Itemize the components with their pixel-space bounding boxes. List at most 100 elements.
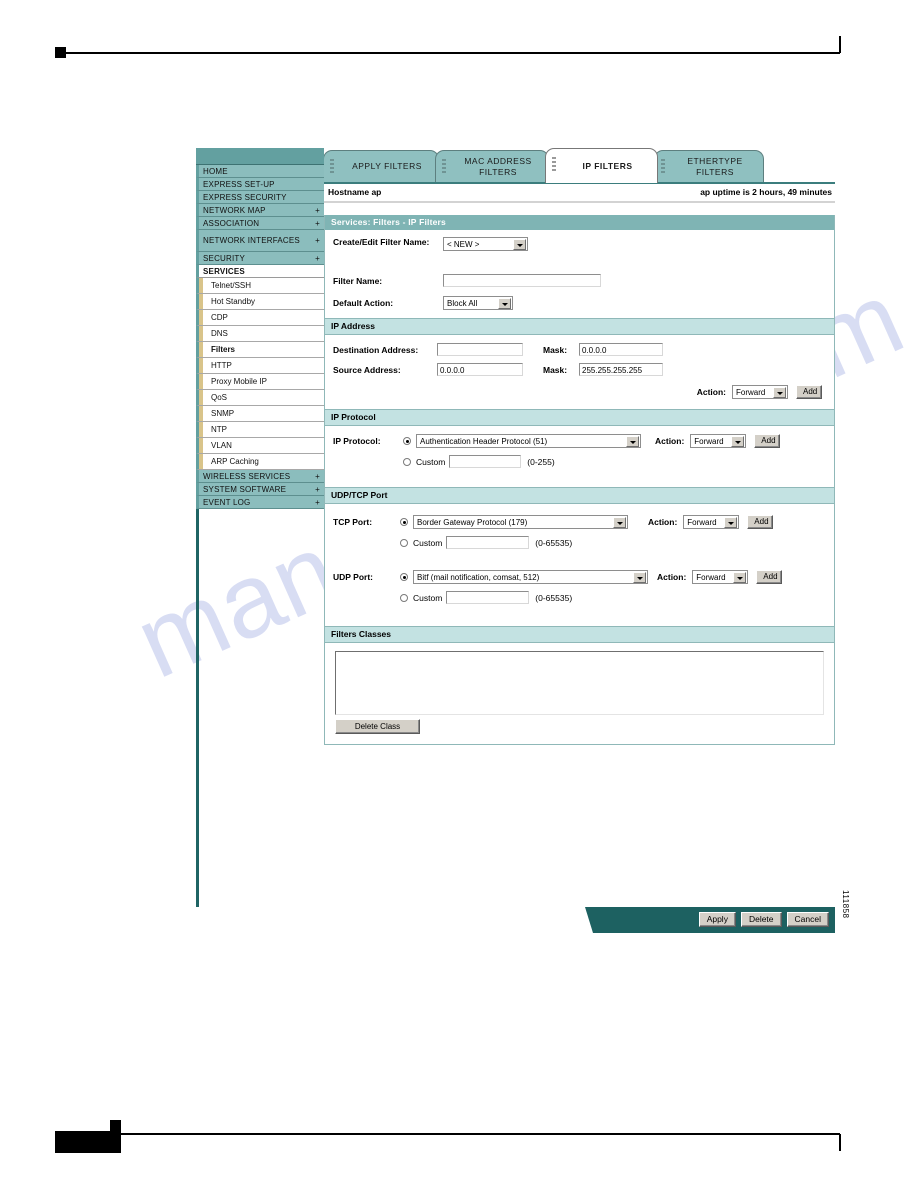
sidebar-item-event-log[interactable]: EVENT LOG + [196,496,324,509]
sidebar-item-label: EXPRESS SET-UP [203,179,275,189]
create-edit-filter-name-select[interactable]: < NEW > [443,237,528,251]
ip-protocol-preset-radio[interactable] [403,437,411,445]
tcp-port-preset-radio[interactable] [400,518,408,526]
ip-address-action-value: Forward [736,388,766,397]
section-title-udp-tcp-port: UDP/TCP Port [325,487,834,504]
udp-port-custom-input[interactable] [446,591,530,604]
destination-address-input[interactable] [437,343,523,356]
main-content: Hostname ap ap uptime is 2 hours, 49 min… [324,183,835,745]
sidebar-item-wireless-services[interactable]: WIRELESS SERVICES + [196,470,324,483]
chevron-down-icon [498,298,511,309]
filters-classes-section: Delete Class [325,643,834,744]
udp-port-action-select[interactable]: Forward [692,570,749,584]
tab-mac-address-filters[interactable]: MAC ADDRESS FILTERS [435,150,549,182]
sidebar-item-services[interactable]: SERVICES [196,265,324,278]
tab-grip-icon [442,159,446,175]
ip-address-action-select[interactable]: Forward [732,385,788,399]
sidebar-item-network-interfaces[interactable]: NETWORK INTERFACES + [196,230,324,252]
hostname-label: Hostname ap [328,187,382,197]
sidebar-item-network-map[interactable]: NETWORK MAP + [196,204,324,217]
chevron-down-icon [724,517,738,528]
sidebar-item-association[interactable]: ASSOCIATION + [196,217,324,230]
sidebar-item-label: WIRELESS SERVICES [203,471,291,481]
chevron-down-icon [773,387,786,398]
default-action-label: Default Action: [333,298,394,308]
tab-apply-filters[interactable]: APPLY FILTERS [323,150,439,182]
tab-grip-icon [330,159,334,175]
sidebar-item-express-set-up[interactable]: EXPRESS SET-UP [196,178,324,191]
cancel-button[interactable]: Cancel [786,912,829,927]
tab-label: IP FILTERS [582,160,633,171]
filters-classes-listbox[interactable] [335,651,824,715]
ip-protocol-custom-input[interactable] [449,455,522,468]
source-address-label: Source Address: [333,364,401,375]
tab-ethertype-filters[interactable]: ETHERTYPE FILTERS [654,150,764,182]
sidebar-item-security[interactable]: SECURITY + [196,252,324,265]
sidebar-item-http[interactable]: HTTP [196,358,324,374]
tab-label: MAC ADDRESS FILTERS [464,155,532,177]
chevron-down-icon [731,436,745,447]
tab-label: APPLY FILTERS [352,161,422,172]
apply-button[interactable]: Apply [698,912,736,927]
ip-protocol-section: IP Protocol: Authentication Header Proto… [325,426,834,487]
ip-protocol-action-select[interactable]: Forward [690,434,747,448]
ip-protocol-select[interactable]: Authentication Header Protocol (51) [416,434,641,448]
sidebar-item-qos[interactable]: QoS [196,390,324,406]
create-edit-filter-name-value: < NEW > [447,240,480,249]
action-bar: Apply Delete Cancel [196,899,835,933]
sidebar-item-filters[interactable]: Filters [196,342,324,358]
sidebar-item-hot-standby[interactable]: Hot Standby [196,294,324,310]
tcp-port-select-value: Border Gateway Protocol (179) [417,518,528,527]
sidebar-item-dns[interactable]: DNS [196,326,324,342]
chevron-down-icon [626,436,639,447]
ip-address-section: Destination Address: Mask: 0.0.0.0 Sourc… [325,335,834,409]
sidebar-item-telnet-ssh[interactable]: Telnet/SSH [196,278,324,294]
sidebar-item-express-security[interactable]: EXPRESS SECURITY [196,191,324,204]
tcp-port-add-button[interactable]: Add [747,515,774,529]
delete-class-button[interactable]: Delete Class [335,719,420,734]
expand-plus-icon: + [315,484,320,494]
ip-filters-panel: Services: Filters - IP Filters Create/Ed… [324,215,835,745]
udp-port-preset-radio[interactable] [400,573,408,581]
filter-name-input[interactable] [443,274,601,287]
uptime-label: ap uptime is 2 hours, 49 minutes [700,187,832,197]
delete-button[interactable]: Delete [740,912,782,927]
sidebar-item-arp-caching[interactable]: ARP Caching [196,454,324,470]
sidebar-item-home[interactable]: HOME [196,165,324,178]
tcp-port-action-select[interactable]: Forward [683,515,740,529]
expand-plus-icon: + [315,236,320,245]
default-action-select[interactable]: Block All [443,296,513,310]
bottom-rule [86,1133,840,1135]
ip-address-add-button[interactable]: Add [796,385,822,399]
tcp-port-custom-input[interactable] [446,536,530,549]
source-address-input[interactable]: 0.0.0.0 [437,363,523,376]
destination-address-label: Destination Address: [333,344,419,355]
ip-protocol-add-button[interactable]: Add [754,434,781,448]
bottom-left-marker [55,1131,121,1153]
udp-port-range-hint: (0-65535) [535,592,573,603]
ip-protocol-custom-radio[interactable] [403,457,411,466]
tcp-port-custom-radio[interactable] [400,538,408,547]
section-title-ip-address: IP Address [325,318,834,335]
udp-port-select[interactable]: Bitf (mail notification, comsat, 512) [413,570,648,584]
source-mask-input[interactable]: 255.255.255.255 [579,363,663,376]
ip-address-action-label: Action: [696,387,726,397]
tcp-port-select[interactable]: Border Gateway Protocol (179) [413,515,628,529]
source-mask-label: Mask: [543,364,568,375]
tab-label: ETHERTYPE FILTERS [687,155,743,177]
sidebar-item-label: EXPRESS SECURITY [203,192,287,202]
tcp-port-action-value: Forward [687,518,717,527]
expand-plus-icon: + [315,253,320,263]
udp-port-custom-radio[interactable] [400,593,408,602]
ip-protocol-range-hint: (0-255) [527,456,555,467]
sidebar-item-proxy-mobile-ip[interactable]: Proxy Mobile IP [196,374,324,390]
sidebar-item-system-software[interactable]: SYSTEM SOFTWARE + [196,483,324,496]
sidebar-item-ntp[interactable]: NTP [196,422,324,438]
tab-ip-filters[interactable]: IP FILTERS [545,148,658,183]
udp-port-add-button[interactable]: Add [756,570,783,584]
sidebar-cap [196,148,324,165]
sidebar-item-cdp[interactable]: CDP [196,310,324,326]
destination-mask-input[interactable]: 0.0.0.0 [579,343,663,356]
sidebar-item-snmp[interactable]: SNMP [196,406,324,422]
sidebar-item-vlan[interactable]: VLAN [196,438,324,454]
